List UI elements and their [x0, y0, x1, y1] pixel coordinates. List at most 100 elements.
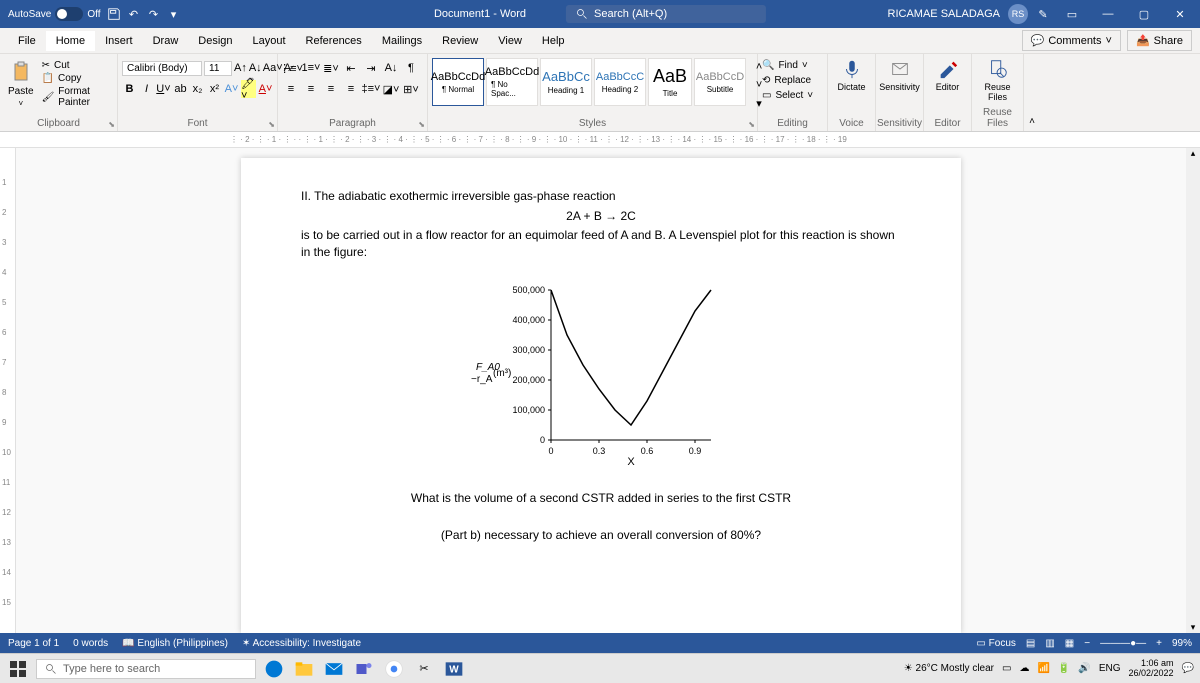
paragraph-expand-icon[interactable]: ⬊: [418, 120, 425, 129]
autosave-toggle[interactable]: AutoSave Off: [8, 7, 101, 21]
styles-expand-icon[interactable]: ⬊: [748, 120, 755, 129]
scroll-down-icon[interactable]: ▾: [1186, 622, 1200, 633]
tray-battery-icon[interactable]: 🔋: [1058, 663, 1070, 674]
text-effects-icon[interactable]: A˅: [224, 80, 239, 98]
borders-icon[interactable]: ⊞˅: [402, 80, 420, 98]
editor-icon[interactable]: [937, 58, 959, 80]
increase-indent-icon[interactable]: ⇥: [362, 59, 380, 77]
minimize-button[interactable]: —: [1094, 5, 1122, 23]
italic-button[interactable]: I: [139, 80, 154, 98]
tab-design[interactable]: Design: [188, 31, 242, 51]
tray-lang[interactable]: ENG: [1099, 663, 1121, 674]
tab-insert[interactable]: Insert: [95, 31, 143, 51]
accessibility-status[interactable]: ✶ Accessibility: Investigate: [242, 638, 361, 649]
increase-font-icon[interactable]: A↑: [234, 59, 247, 77]
style-nospacing[interactable]: AaBbCcDd¶ No Spac...: [486, 58, 538, 106]
tab-references[interactable]: References: [296, 31, 372, 51]
focus-button[interactable]: ▭ Focus: [976, 638, 1015, 649]
style-subtitle[interactable]: AaBbCcDSubtitle: [694, 58, 746, 106]
tab-file[interactable]: File: [8, 31, 46, 51]
print-layout-icon[interactable]: ▥: [1045, 638, 1054, 649]
tray-wifi-icon[interactable]: 📶: [1037, 663, 1049, 674]
tab-mailings[interactable]: Mailings: [372, 31, 432, 51]
multilevel-icon[interactable]: ≣˅: [322, 59, 340, 77]
read-mode-icon[interactable]: ▤: [1026, 638, 1035, 649]
save-icon[interactable]: [107, 7, 121, 21]
tab-draw[interactable]: Draw: [143, 31, 189, 51]
lang-status[interactable]: 📖 English (Philippines): [122, 638, 228, 649]
style-title[interactable]: AaBTitle: [648, 58, 692, 106]
font-expand-icon[interactable]: ⬊: [268, 120, 275, 129]
tray-meet-icon[interactable]: ▭: [1002, 663, 1011, 674]
style-normal[interactable]: AaBbCcDd¶ Normal: [432, 58, 484, 106]
decrease-font-icon[interactable]: A↓: [249, 59, 262, 77]
user-avatar[interactable]: RS: [1008, 4, 1028, 24]
document-page[interactable]: II. The adiabatic exothermic irreversibl…: [241, 158, 961, 633]
collapse-ribbon-icon[interactable]: ˄: [1029, 116, 1035, 127]
line-spacing-icon[interactable]: ‡≡˅: [362, 80, 380, 98]
tab-review[interactable]: Review: [432, 31, 488, 51]
justify-icon[interactable]: ≡: [342, 80, 360, 98]
web-layout-icon[interactable]: ▦: [1065, 638, 1074, 649]
edge-icon[interactable]: [262, 657, 286, 681]
maximize-button[interactable]: ▢: [1130, 5, 1158, 23]
numbering-icon[interactable]: 1≡˅: [302, 59, 320, 77]
tray-volume-icon[interactable]: 🔊: [1078, 663, 1090, 674]
shading-icon[interactable]: ◪˅: [382, 80, 400, 98]
explorer-icon[interactable]: [292, 657, 316, 681]
teams-icon[interactable]: [352, 657, 376, 681]
tab-layout[interactable]: Layout: [243, 31, 296, 51]
start-button[interactable]: [6, 657, 30, 681]
clock[interactable]: 1:06 am 26/02/2022: [1129, 659, 1174, 679]
select-button[interactable]: ▭ Select ˅: [762, 89, 823, 102]
chrome-icon[interactable]: [382, 657, 406, 681]
show-marks-icon[interactable]: ¶: [402, 59, 420, 77]
superscript-button[interactable]: x²: [207, 80, 222, 98]
dictate-icon[interactable]: [841, 58, 863, 80]
decrease-indent-icon[interactable]: ⇤: [342, 59, 360, 77]
vertical-ruler[interactable]: 1 2 3 4 5 6 7 8 9 10 11 12 13 14 15: [0, 148, 16, 633]
weather-widget[interactable]: ☀ 26°C Mostly clear: [904, 663, 994, 674]
align-left-icon[interactable]: ≡: [282, 80, 300, 98]
highlight-icon[interactable]: 🖊˅: [241, 80, 256, 98]
sensitivity-icon[interactable]: [889, 58, 911, 80]
scroll-up-icon[interactable]: ▴: [1186, 148, 1200, 159]
underline-button[interactable]: U˅: [156, 80, 171, 98]
font-color-icon[interactable]: A˅: [258, 80, 273, 98]
bullets-icon[interactable]: ⋮≡˅: [282, 59, 300, 77]
zoom-slider[interactable]: ———●—: [1100, 638, 1146, 649]
snip-icon[interactable]: ✂: [412, 657, 436, 681]
cut-button[interactable]: ✂ Cut: [42, 60, 113, 71]
word-taskbar-icon[interactable]: W: [442, 657, 466, 681]
paste-button[interactable]: Paste ˅: [4, 56, 38, 112]
subscript-button[interactable]: x₂: [190, 80, 205, 98]
align-center-icon[interactable]: ≡: [302, 80, 320, 98]
pen-icon[interactable]: ✎: [1036, 7, 1050, 21]
mail-icon[interactable]: [322, 657, 346, 681]
share-button[interactable]: 📤 Share: [1127, 30, 1192, 51]
sort-icon[interactable]: A↓: [382, 59, 400, 77]
reuse-files-icon[interactable]: [987, 58, 1009, 80]
tab-help[interactable]: Help: [532, 31, 575, 51]
ribbon-display-icon[interactable]: ▭: [1058, 5, 1086, 23]
taskbar-search[interactable]: Type here to search: [36, 659, 256, 679]
zoom-out-button[interactable]: −: [1084, 638, 1090, 649]
dropdown-icon[interactable]: ▾: [167, 7, 181, 21]
copy-button[interactable]: 📋 Copy: [42, 73, 113, 84]
redo-icon[interactable]: ↷: [147, 7, 161, 21]
font-family-select[interactable]: [122, 61, 202, 76]
zoom-in-button[interactable]: +: [1156, 638, 1162, 649]
horizontal-ruler[interactable]: ⋮ · 2 · ⋮ · 1 · ⋮ · · ⋮ · 1 · ⋮ · 2 · ⋮ …: [0, 132, 1200, 148]
word-count[interactable]: 0 words: [73, 638, 108, 649]
replace-button[interactable]: ⟲ Replace: [762, 74, 823, 87]
clipboard-expand-icon[interactable]: ⬊: [108, 120, 115, 129]
zoom-level[interactable]: 99%: [1172, 638, 1192, 649]
tab-view[interactable]: View: [488, 31, 532, 51]
search-box[interactable]: Search (Alt+Q): [566, 5, 766, 23]
close-button[interactable]: ✕: [1166, 5, 1194, 23]
undo-icon[interactable]: ↶: [127, 7, 141, 21]
tray-notifications-icon[interactable]: 💬: [1182, 663, 1194, 674]
format-painter-button[interactable]: 🖌 Format Painter: [42, 86, 113, 108]
bold-button[interactable]: B: [122, 80, 137, 98]
find-button[interactable]: 🔍 Find ˅: [762, 59, 823, 72]
